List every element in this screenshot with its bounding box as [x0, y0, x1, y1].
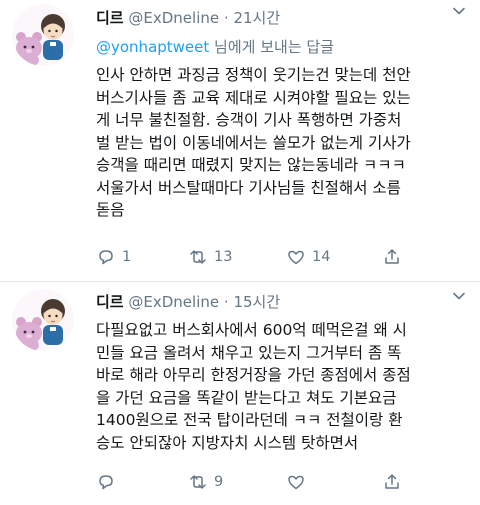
- tweet-timestamp[interactable]: 15시간: [233, 293, 280, 311]
- avatar[interactable]: [12, 289, 74, 351]
- tweet-text-line: 인사 안하면 과징금 정책이 웃기는건 맞는데 천안: [96, 66, 411, 84]
- display-name[interactable]: 디르: [96, 9, 124, 27]
- tweet[interactable]: 디르 @ExDneline · 15시간 다필요없고 버스회사에서 600억 떼…: [0, 283, 480, 505]
- retweet-button[interactable]: 13: [188, 247, 286, 267]
- chevron-down-icon[interactable]: [452, 4, 466, 18]
- tweet-text-line: 민들 요금 올려서 채우고 있는지 그거부터 좀 똑: [96, 343, 402, 362]
- reply-icon: [99, 250, 113, 265]
- heart-icon: [288, 250, 304, 265]
- retweet-count: 9: [214, 474, 224, 490]
- like-button[interactable]: [286, 472, 382, 492]
- avatar-illustration: [12, 289, 74, 351]
- reply-mention-link[interactable]: @yonhaptweet: [96, 38, 209, 56]
- reply-count: 1: [122, 249, 132, 265]
- retweet-count: 13: [214, 249, 233, 265]
- reply-button[interactable]: 1: [96, 247, 188, 267]
- separator-dot: ·: [223, 9, 229, 27]
- share-button[interactable]: [382, 247, 408, 267]
- retweet-icon: [190, 250, 206, 264]
- share-icon: [385, 249, 399, 264]
- like-count: 14: [312, 249, 331, 265]
- reply-button[interactable]: [96, 472, 188, 492]
- share-icon: [385, 474, 399, 489]
- tweet-text-line: 승객을 때리면 때렸지 맞지는 않는동네라 ㅋㅋㅋ: [96, 156, 406, 174]
- tweet-actions: 9: [96, 471, 408, 493]
- separator-dot: ·: [223, 293, 229, 311]
- reply-context-suffix: 님에게 보내는 답글: [209, 38, 334, 56]
- tweet-text-line: 1400원으로 전국 탑이라던데 ㅋㅋ 전철이랑 환: [96, 411, 403, 429]
- tweet-text-line: 을 가던 요금을 똑같이 받는다고 쳐도 기본요금: [96, 388, 397, 407]
- tweet-header: 디르 @ExDneline · 15시간: [96, 291, 280, 312]
- tweet[interactable]: 디르 @ExDneline · 21시간 @yonhaptweet 님에게 보내…: [0, 0, 480, 282]
- tweet-text-line: 승도 안되잖아 지방자치 시스템 탓하면서: [96, 433, 359, 452]
- tweet-text-line: 돋음: [96, 201, 125, 219]
- tweet-text-line: 서울가서 버스탈때마다 기사님들 친절해서 소름: [96, 178, 401, 197]
- tweet-actions: 1 13 14: [96, 246, 408, 268]
- retweet-icon: [190, 475, 206, 489]
- tweet-text: 다필요없고 버스회사에서 600억 떼먹은걸 왜 시 민들 요금 올려서 채우고…: [96, 319, 472, 454]
- avatar[interactable]: [12, 4, 74, 66]
- reply-icon: [99, 475, 113, 490]
- like-button[interactable]: 14: [286, 247, 382, 267]
- reply-context: @yonhaptweet 님에게 보내는 답글: [96, 36, 334, 57]
- user-handle[interactable]: @ExDneline: [128, 9, 219, 27]
- tweet-text-line: 버스기사들 좀 교육 제대로 시켜야할 필요는 있는: [96, 88, 411, 107]
- tweet-text-line: 다필요없고 버스회사에서 600억 떼먹은걸 왜 시: [96, 321, 407, 339]
- chevron-down-icon[interactable]: [452, 289, 466, 303]
- retweet-button[interactable]: 9: [188, 472, 286, 492]
- tweet-text-line: 게 너무 불친절함. 승객이 기사 폭행하면 가중처: [96, 111, 402, 129]
- share-button[interactable]: [382, 472, 408, 492]
- display-name[interactable]: 디르: [96, 293, 124, 311]
- heart-icon: [288, 475, 304, 490]
- tweet-text-line: 벌 받는 법이 이동네에서는 쓸모가 없는게 기사가: [96, 133, 411, 152]
- avatar-illustration: [12, 4, 74, 66]
- tweet-timestamp[interactable]: 21시간: [233, 9, 280, 27]
- user-handle[interactable]: @ExDneline: [128, 293, 219, 311]
- tweet-header: 디르 @ExDneline · 21시간: [96, 7, 280, 28]
- tweet-text: 인사 안하면 과징금 정책이 웃기는건 맞는데 천안 버스기사들 좀 교육 제대…: [96, 64, 472, 222]
- tweet-text-line: 바로 해라 아무리 한정거장을 가던 종점에서 종점: [96, 366, 411, 384]
- tweet-divider: [0, 281, 480, 282]
